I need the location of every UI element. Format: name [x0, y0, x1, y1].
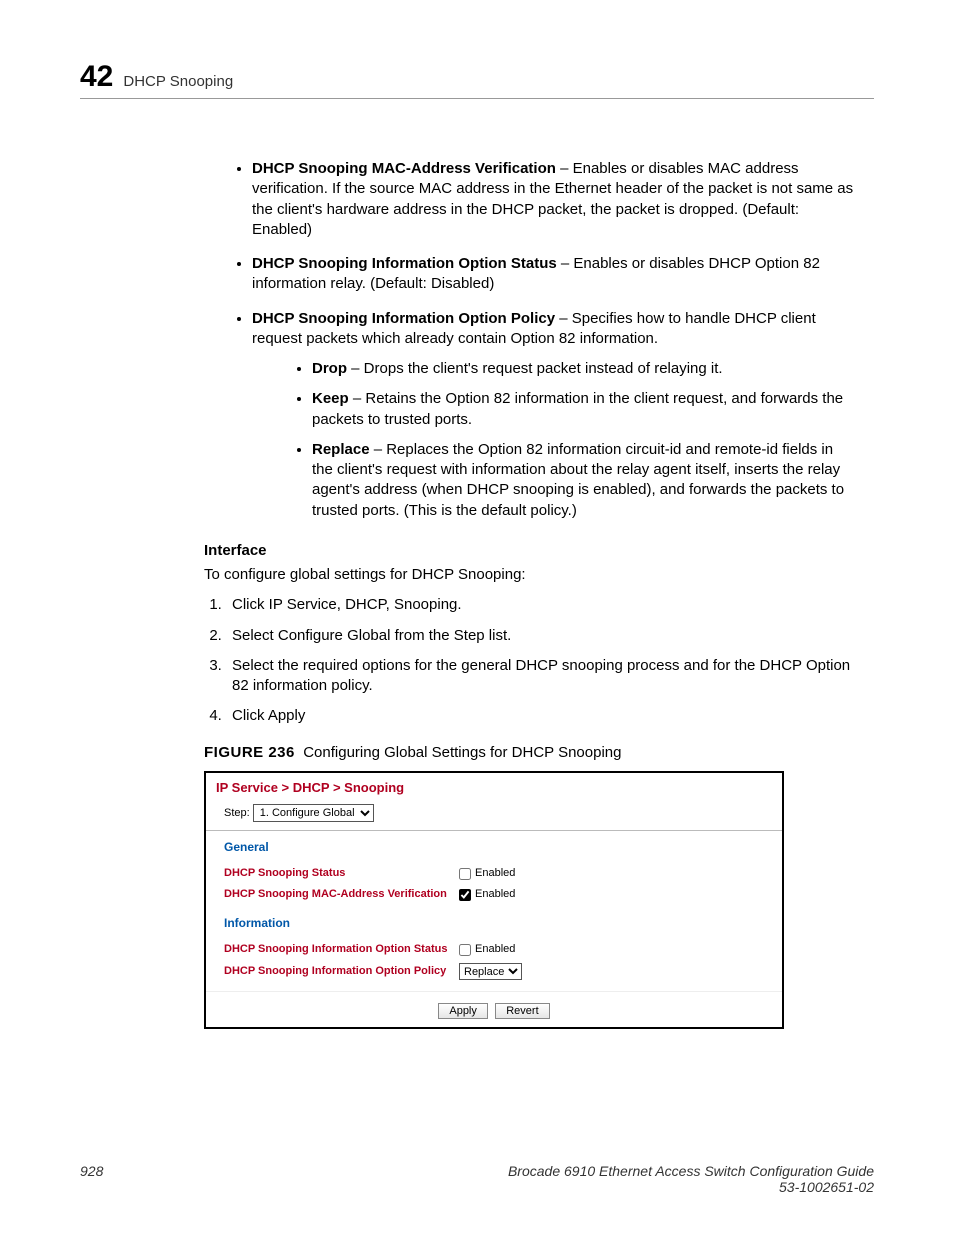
row-label: DHCP Snooping Information Option Policy [224, 964, 459, 979]
bullet-term: Keep [312, 390, 349, 407]
config-row: DHCP Snooping MAC-Address Verification E… [224, 884, 772, 905]
breadcrumb: IP Service > DHCP > Snooping [206, 773, 782, 801]
page-footer: 928 Brocade 6910 Ethernet Access Switch … [80, 1163, 874, 1195]
bullet-desc: – Drops the client's request packet inst… [347, 360, 723, 377]
info-option-policy-select[interactable]: Replace [459, 963, 522, 980]
group-general: DHCP Snooping Status Enabled DHCP Snoopi… [206, 859, 782, 907]
bullet-term: Drop [312, 360, 347, 377]
snooping-status-checkbox[interactable] [459, 868, 471, 880]
bullet-subitem: Keep – Retains the Option 82 information… [312, 389, 854, 430]
steps-list: Click IP Service, DHCP, Snooping. Select… [226, 595, 854, 726]
interface-intro: To configure global settings for DHCP Sn… [204, 565, 854, 585]
config-row: DHCP Snooping Information Option Policy … [224, 960, 772, 983]
config-panel: IP Service > DHCP > Snooping Step: 1. Co… [204, 771, 784, 1029]
figure-caption: FIGURE 236 Configuring Global Settings f… [204, 743, 854, 763]
step-item: Click IP Service, DHCP, Snooping. [226, 595, 854, 615]
bullet-item: DHCP Snooping Information Option Policy … [252, 309, 854, 521]
step-item: Click Apply [226, 706, 854, 726]
book-title: Brocade 6910 Ethernet Access Switch Conf… [508, 1163, 874, 1179]
bullet-term: DHCP Snooping MAC-Address Verification [252, 160, 556, 177]
row-label: DHCP Snooping Information Option Status [224, 942, 459, 957]
chapter-title: DHCP Snooping [123, 73, 233, 90]
step-selector-row: Step: 1. Configure Global [206, 800, 782, 831]
info-option-status-checkbox[interactable] [459, 944, 471, 956]
bullet-desc: – Retains the Option 82 information in t… [312, 390, 843, 427]
config-row: DHCP Snooping Information Option Status … [224, 939, 772, 960]
footer-right: Brocade 6910 Ethernet Access Switch Conf… [508, 1163, 874, 1195]
button-row: Apply Revert [206, 991, 782, 1027]
section-heading-interface: Interface [204, 541, 854, 561]
group-information: DHCP Snooping Information Option Status … [206, 935, 782, 985]
bullet-term: DHCP Snooping Information Option Status [252, 255, 557, 272]
bullet-subitem: Replace – Replaces the Option 82 informa… [312, 440, 854, 521]
row-label: DHCP Snooping MAC-Address Verification [224, 887, 459, 902]
row-label: DHCP Snooping Status [224, 866, 459, 881]
checkbox-label: Enabled [475, 887, 515, 902]
page-number: 928 [80, 1163, 103, 1195]
step-item: Select the required options for the gene… [226, 656, 854, 697]
bullet-list-secondary: Drop – Drops the client's request packet… [252, 359, 854, 521]
group-title-general: General [206, 831, 782, 859]
figure-title: Configuring Global Settings for DHCP Sno… [303, 744, 621, 761]
mac-verify-checkbox[interactable] [459, 889, 471, 901]
bullet-term: DHCP Snooping Information Option Policy [252, 310, 555, 327]
chapter-number: 42 [80, 60, 113, 94]
bullet-list-primary: DHCP Snooping MAC-Address Verification –… [230, 159, 854, 521]
checkbox-label: Enabled [475, 942, 515, 957]
step-select[interactable]: 1. Configure Global [253, 804, 374, 822]
group-title-information: Information [206, 907, 782, 935]
apply-button[interactable]: Apply [438, 1003, 488, 1019]
bullet-subitem: Drop – Drops the client's request packet… [312, 359, 854, 379]
step-item: Select Configure Global from the Step li… [226, 626, 854, 646]
bullet-item: DHCP Snooping MAC-Address Verification –… [252, 159, 854, 240]
bullet-item: DHCP Snooping Information Option Status … [252, 254, 854, 295]
step-label: Step: [224, 807, 250, 819]
doc-number: 53-1002651-02 [508, 1179, 874, 1195]
bullet-desc: – Replaces the Option 82 information cir… [312, 441, 844, 519]
config-row: DHCP Snooping Status Enabled [224, 863, 772, 884]
page-header: 42 DHCP Snooping [80, 60, 874, 99]
revert-button[interactable]: Revert [495, 1003, 549, 1019]
body-content: DHCP Snooping MAC-Address Verification –… [230, 159, 854, 1029]
checkbox-label: Enabled [475, 866, 515, 881]
figure-number: FIGURE 236 [204, 744, 295, 761]
bullet-term: Replace [312, 441, 370, 458]
